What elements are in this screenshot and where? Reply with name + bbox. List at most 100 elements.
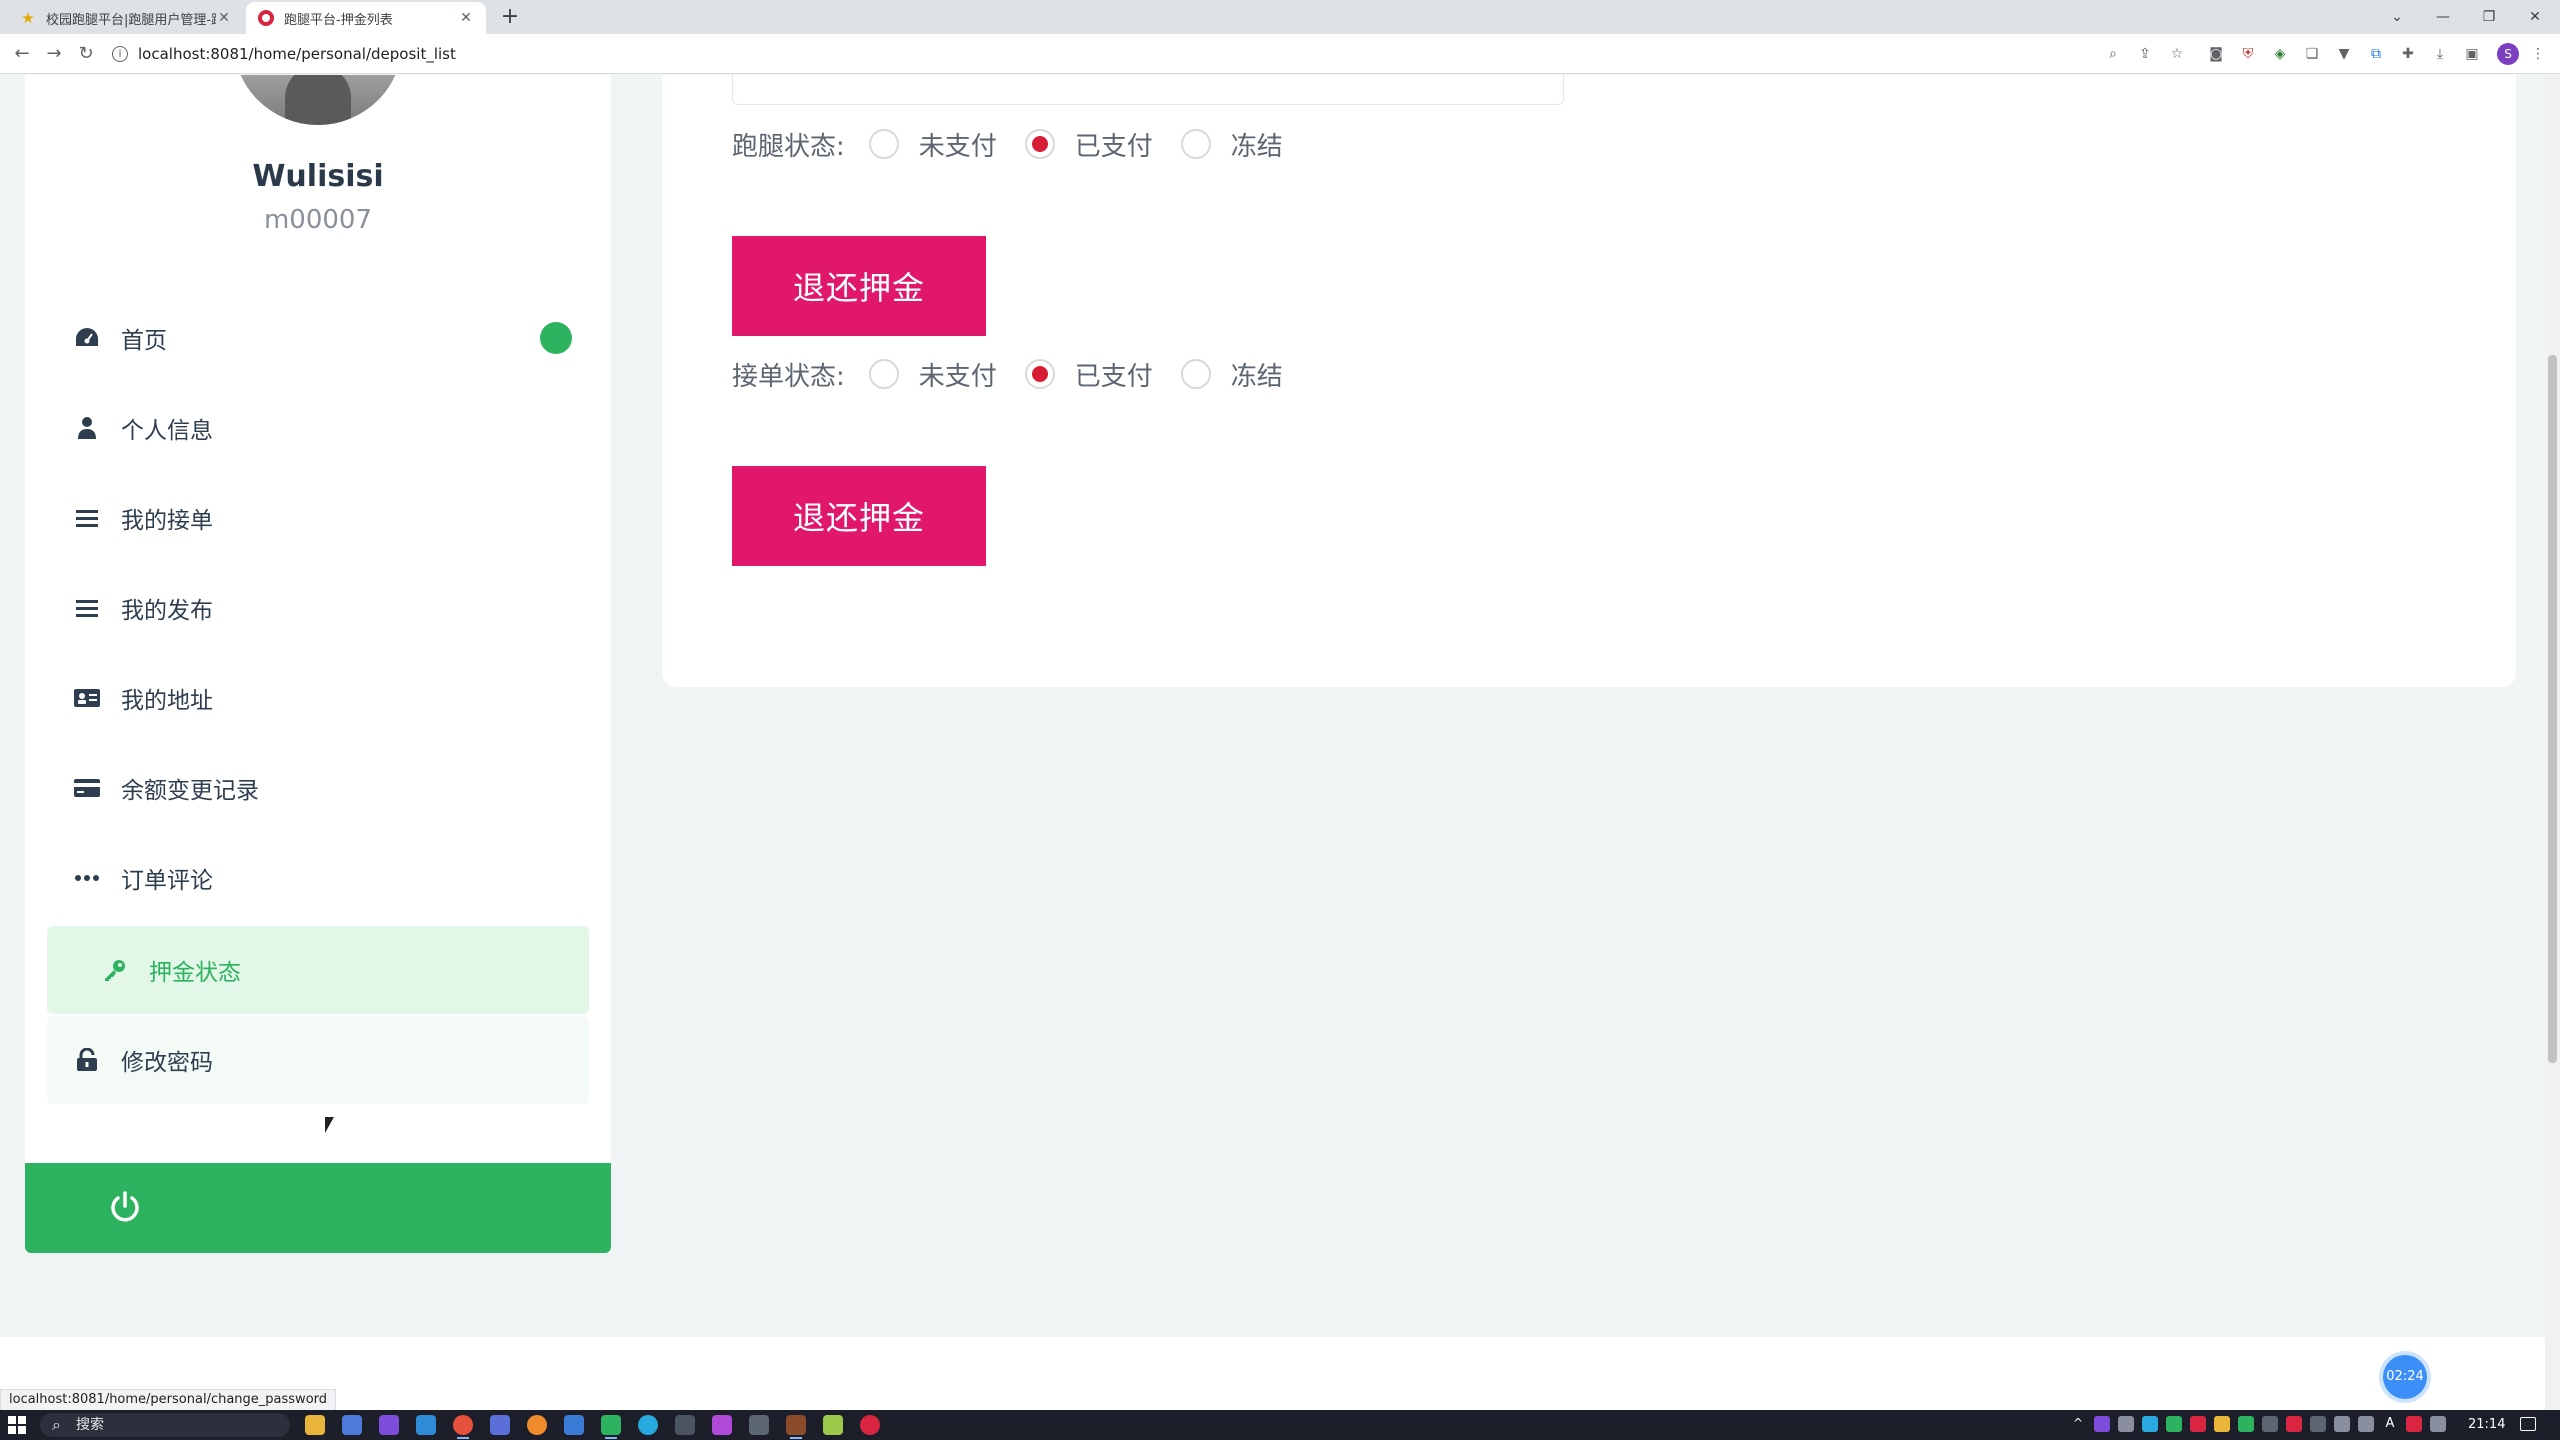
sidebar-item-label: 个人信息 bbox=[121, 418, 213, 444]
errand-radio-frozen[interactable] bbox=[1180, 129, 1211, 159]
profile-id: m00007 bbox=[263, 205, 373, 235]
sidebar-item-order-comments[interactable]: 订单评论 bbox=[47, 834, 589, 922]
taskbar-search-input[interactable]: 搜索 bbox=[40, 1413, 290, 1437]
order-radio-paid[interactable] bbox=[1024, 359, 1055, 389]
bookmark-star-icon[interactable]: ☆ bbox=[2167, 44, 2187, 64]
extension-shield-icon[interactable]: ⛨ bbox=[2238, 44, 2258, 64]
share-icon[interactable]: ⇪ bbox=[2135, 44, 2155, 64]
sidebar: Wulisisi m00007 首页 个人信息 我的接单 我的发布 我的地址 余… bbox=[25, 75, 611, 1253]
browser-menu-icon[interactable]: ⋮ bbox=[2528, 44, 2548, 64]
tray-app-icon[interactable] bbox=[2310, 1416, 2326, 1432]
app-icon[interactable] bbox=[860, 1415, 880, 1435]
tray-app-icon[interactable] bbox=[2286, 1416, 2302, 1432]
tray-app-icon[interactable] bbox=[2118, 1416, 2134, 1432]
order-radio-frozen[interactable] bbox=[1180, 359, 1211, 389]
app-icon[interactable] bbox=[823, 1415, 843, 1435]
network-icon[interactable] bbox=[2334, 1416, 2350, 1432]
minimize-icon[interactable]: — bbox=[2420, 9, 2466, 25]
sidebar-item-balance-history[interactable]: 余额变更记录 bbox=[47, 744, 589, 832]
forward-icon[interactable]: → bbox=[40, 40, 68, 68]
browser-tab-2[interactable]: 跑腿平台-押金列表 ✕ bbox=[246, 2, 486, 34]
tray-app-icon[interactable] bbox=[2166, 1416, 2182, 1432]
taskbar-clock[interactable]: 21:14 bbox=[2468, 1410, 2505, 1440]
tab-close-icon[interactable]: ✕ bbox=[216, 10, 232, 26]
zoom-icon[interactable]: ⌕ bbox=[2103, 44, 2123, 64]
errand-radio-paid[interactable] bbox=[1024, 129, 1055, 159]
new-tab-button[interactable]: + bbox=[496, 4, 524, 32]
sidebar-item-label: 修改密码 bbox=[121, 1050, 213, 1076]
sidebar-item-label: 余额变更记录 bbox=[121, 778, 259, 804]
tray-app-icon[interactable] bbox=[2190, 1416, 2206, 1432]
tab-search-icon[interactable]: ⌄ bbox=[2374, 9, 2420, 25]
extension-camera-icon[interactable]: ◙ bbox=[2206, 44, 2226, 64]
reload-icon[interactable]: ↻ bbox=[72, 40, 100, 68]
extension-copy-icon[interactable]: ❏ bbox=[2302, 44, 2322, 64]
volume-icon[interactable] bbox=[2358, 1416, 2374, 1432]
radio-label: 未支付 bbox=[918, 131, 997, 162]
tray-app-icon[interactable] bbox=[2142, 1416, 2158, 1432]
scrollbar-thumb[interactable] bbox=[2548, 355, 2557, 1063]
sidebar-item-deposit-status[interactable]: 押金状态 bbox=[47, 926, 589, 1014]
restore-icon[interactable]: ❐ bbox=[2466, 9, 2512, 25]
extension-v-icon[interactable]: ▼ bbox=[2334, 44, 2354, 64]
app-icon[interactable] bbox=[712, 1415, 732, 1435]
status-dot bbox=[540, 322, 572, 354]
tray-wechat-icon[interactable] bbox=[2238, 1416, 2254, 1432]
language-icon[interactable]: A bbox=[2382, 1416, 2398, 1432]
card-input-field[interactable] bbox=[732, 75, 1564, 105]
app-icon[interactable] bbox=[638, 1415, 658, 1435]
tray-chevron-icon[interactable]: ^ bbox=[2070, 1416, 2086, 1432]
sidebar-item-label: 我的接单 bbox=[121, 508, 213, 534]
errand-refund-deposit-button[interactable]: 退还押金 bbox=[732, 236, 986, 336]
firefox-icon[interactable] bbox=[527, 1415, 547, 1435]
tab-close-icon[interactable]: ✕ bbox=[458, 10, 474, 26]
tray-app-icon[interactable] bbox=[2214, 1416, 2230, 1432]
sidebar-item-my-address[interactable]: 我的地址 bbox=[47, 654, 589, 742]
profile-avatar bbox=[233, 75, 403, 125]
window-controls: ⌄ — ❐ ✕ bbox=[2374, 0, 2558, 34]
errand-radio-unpaid[interactable] bbox=[868, 129, 899, 159]
app-icon[interactable] bbox=[379, 1415, 399, 1435]
app-icon[interactable] bbox=[342, 1415, 362, 1435]
logout-button[interactable] bbox=[25, 1163, 611, 1253]
sidebar-item-change-password[interactable]: 修改密码 bbox=[47, 1016, 589, 1104]
profile-avatar-icon[interactable]: S bbox=[2497, 43, 2519, 65]
extension-translate-icon[interactable]: ⧉ bbox=[2366, 44, 2386, 64]
ime-icon[interactable] bbox=[2406, 1416, 2422, 1432]
app-icon[interactable] bbox=[490, 1415, 510, 1435]
chrome-icon[interactable] bbox=[453, 1415, 473, 1439]
tray-app-icon[interactable] bbox=[2262, 1416, 2278, 1432]
wechat-icon[interactable] bbox=[601, 1415, 621, 1439]
sidebar-item-my-orders[interactable]: 我的接单 bbox=[47, 474, 589, 562]
windows-start-icon[interactable] bbox=[8, 1416, 26, 1434]
back-icon[interactable]: ← bbox=[8, 40, 36, 68]
window-close-icon[interactable]: ✕ bbox=[2512, 9, 2558, 25]
link-status-bar: localhost:8081/home/personal/change_pass… bbox=[0, 1389, 337, 1411]
side-panel-icon[interactable]: ▣ bbox=[2462, 44, 2482, 64]
intellij-icon[interactable] bbox=[786, 1415, 806, 1439]
address-bar[interactable]: i localhost:8081/home/personal/deposit_l… bbox=[112, 39, 2182, 69]
floating-timer-badge[interactable]: 02:24 bbox=[2383, 1355, 2427, 1399]
order-refund-deposit-button[interactable]: 退还押金 bbox=[732, 466, 986, 566]
radio-label: 冻结 bbox=[1230, 131, 1283, 162]
tray-app-icon[interactable] bbox=[2430, 1416, 2446, 1432]
sidebar-item-label: 我的发布 bbox=[121, 598, 213, 624]
sidebar-item-home[interactable]: 首页 bbox=[47, 294, 589, 382]
app-icon[interactable] bbox=[675, 1415, 695, 1435]
site-info-icon[interactable]: i bbox=[112, 46, 128, 62]
app-icon[interactable] bbox=[416, 1415, 436, 1435]
extensions-puzzle-icon[interactable]: ✚ bbox=[2398, 44, 2418, 64]
download-icon[interactable]: ⤓ bbox=[2430, 44, 2450, 64]
app-icon[interactable] bbox=[564, 1415, 584, 1435]
order-radio-unpaid[interactable] bbox=[868, 359, 899, 389]
id-card-icon bbox=[73, 684, 101, 712]
notification-icon[interactable] bbox=[2520, 1417, 2536, 1431]
sidebar-item-profile[interactable]: 个人信息 bbox=[47, 384, 589, 472]
app-icon[interactable] bbox=[749, 1415, 769, 1435]
tray-app-icon[interactable] bbox=[2094, 1416, 2110, 1432]
file-explorer-icon[interactable] bbox=[305, 1415, 325, 1435]
sidebar-item-my-posts[interactable]: 我的发布 bbox=[47, 564, 589, 652]
extension-puzzle-green-icon[interactable]: ◈ bbox=[2270, 44, 2290, 64]
browser-tab-1[interactable]: ★ 校园跑腿平台|跑腿用户管理-跑 ✕ bbox=[8, 2, 244, 34]
page-scrollbar[interactable] bbox=[2545, 75, 2560, 1410]
